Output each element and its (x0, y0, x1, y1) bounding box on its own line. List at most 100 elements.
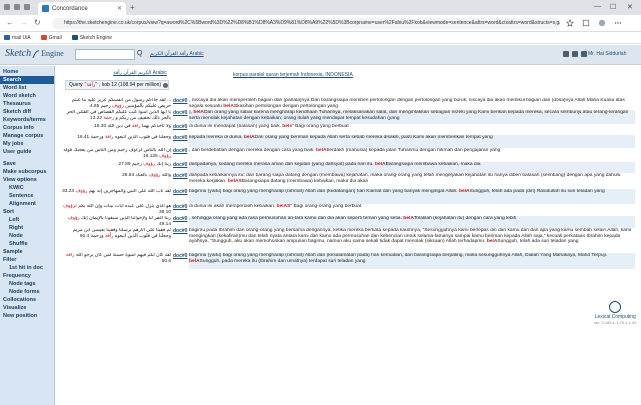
sidebar-item-view-options[interactable]: View options (0, 176, 54, 184)
translation-keyword[interactable]: belAS (277, 204, 291, 209)
translation-keyword[interactable]: belA (487, 239, 498, 244)
doc-id-link[interactable]: doc#0 (173, 216, 187, 222)
arabic-keyword[interactable]: لرؤوف (63, 204, 77, 209)
translation-keyword[interactable]: belA (375, 162, 386, 167)
arabic-keyword[interactable]: رأفة (132, 124, 141, 129)
arabic-keyword[interactable]: رؤوف (112, 104, 124, 109)
reload-icon[interactable]: ↻ (34, 18, 41, 27)
right-corpus-heading[interactable]: korpus paralel quran terjemah Indonesia,… (233, 72, 353, 78)
search-button[interactable]: Q (137, 50, 142, 57)
doc-id-link[interactable]: doc#0 (173, 162, 187, 168)
sidebar-item-sentence[interactable]: Sentence (0, 192, 54, 200)
doc-id-link[interactable]: doc#0 (173, 98, 187, 104)
translation-keyword[interactable]: belA (193, 110, 204, 115)
sidebar-item-sort-right[interactable]: Right (0, 224, 54, 232)
user-menu[interactable]: Mr. Hai Siddurlah (588, 51, 626, 57)
arabic-keyword[interactable]: رؤوف (148, 173, 160, 178)
doc-id-link[interactable]: doc#0 (173, 173, 187, 179)
maximize-icon[interactable]: ☐ (610, 3, 616, 11)
close-window-icon[interactable]: ✕ (627, 3, 633, 11)
sidebar-item-my-jobs[interactable]: My jobs (0, 140, 54, 148)
sidebar-item-search[interactable]: Search (0, 76, 54, 84)
sidebar-item-alignment[interactable]: Alignment (0, 200, 54, 208)
sidebar-item-sort-left[interactable]: Left (0, 216, 54, 224)
sidebar-item-keywords[interactable]: Keywords/terms (0, 116, 54, 124)
browser-tab[interactable]: Concordance ✕ (38, 2, 126, 15)
sidebar-item-home[interactable]: Home (0, 68, 54, 76)
translation-keyword[interactable]: belA (189, 259, 200, 264)
translation-keyword[interactable]: belAS (223, 104, 237, 109)
sidebar-item-filter[interactable]: Filter (0, 256, 54, 264)
window-menu-icon[interactable] (4, 4, 10, 10)
sidebar-item-sort-node[interactable]: Node (0, 232, 54, 240)
feedback-icon[interactable] (563, 51, 569, 57)
arabic-right-context: 39.10 (158, 209, 171, 215)
sidebar-item-sort[interactable]: Sort (0, 208, 54, 216)
arabic-keyword[interactable]: رؤوف (159, 154, 171, 159)
sidebar-item-thesaurus[interactable]: Thesaurus (0, 100, 54, 108)
translation-keyword[interactable]: belA (403, 216, 414, 221)
arabic-keyword[interactable]: رأفة (66, 253, 75, 258)
arabic-keyword[interactable]: رأفة (105, 135, 114, 140)
arabic-keyword[interactable]: رأفة (105, 234, 114, 239)
bookmark-sketch-engine[interactable]: Sketch Engine (71, 35, 112, 41)
search-input[interactable] (75, 49, 135, 60)
translation-keyword[interactable]: belA (316, 148, 327, 153)
arabic-keyword[interactable]: رؤوف (68, 216, 80, 221)
corpus-selector[interactable]: رأفة القرآن الكريم Arabic (150, 51, 204, 57)
sidebar-item-sketch-diff[interactable]: Sketch diff (0, 108, 54, 116)
tab-list-icon[interactable] (14, 4, 20, 10)
sidebar-item-make-subcorpus[interactable]: Make subcorpus (0, 168, 54, 176)
sidebar-item-shuffle[interactable]: Shuffle (0, 240, 54, 248)
translation-keyword[interactable]: belA (459, 189, 470, 194)
bookmark-mail-uia[interactable]: mail UiA (4, 35, 31, 41)
left-corpus-heading[interactable]: الكريم القرآن رأفة Arabic (75, 70, 205, 76)
sidebar-item-frequency[interactable]: Frequency (0, 272, 54, 280)
sidebar-item-corpus-info[interactable]: Corpus info (0, 124, 54, 132)
translation-keyword[interactable]: belA (244, 135, 255, 140)
translation-keyword[interactable]: bels (282, 124, 292, 129)
info-icon[interactable] (163, 82, 168, 88)
doc-id-link[interactable]: doc#0 (173, 204, 187, 210)
sidebar-item-new-position[interactable]: New position (0, 312, 54, 320)
sketch-engine-logo[interactable]: Sketch Engine (5, 48, 64, 59)
doc-id-link[interactable]: doc#0 (173, 148, 187, 154)
translation-left: kepada mereka di dunia. (189, 135, 244, 140)
doc-id-link[interactable]: doc#0 (173, 228, 187, 234)
doc-id-link[interactable]: doc#0 (173, 124, 187, 130)
bookmark-gmail[interactable]: Gmail (40, 35, 62, 41)
sidebar-item-node-forms[interactable]: Node forms (0, 288, 54, 296)
tab-actions-icon[interactable] (24, 4, 30, 10)
sidebar-item-first-hit[interactable]: 1st hit in doc (0, 264, 54, 272)
minimize-icon[interactable]: — (594, 3, 601, 10)
sidebar-item-manage-corpus[interactable]: Manage corpus (0, 132, 54, 140)
sidebar-item-collocations[interactable]: Collocations (0, 296, 54, 304)
forward-icon[interactable]: → (20, 18, 28, 27)
sidebar-item-user-guide[interactable]: User guide (0, 148, 54, 156)
sidebar-item-save[interactable]: Save (0, 160, 54, 168)
doc-id-link[interactable]: doc#0 (173, 253, 187, 259)
back-icon[interactable]: ← (6, 18, 14, 27)
more-options-icon[interactable] (614, 19, 622, 27)
profile-icon[interactable] (598, 19, 606, 27)
sidebar-item-sample[interactable]: Sample (0, 248, 54, 256)
sidebar-item-kwic[interactable]: KWIC (0, 184, 54, 192)
arabic-keyword[interactable]: رؤوف (75, 189, 87, 194)
url-field[interactable]: https://the.sketchengine.co.uk/corpus/vi… (52, 18, 560, 29)
sidebar-item-word-sketch[interactable]: Word sketch (0, 92, 54, 100)
print-icon[interactable] (572, 51, 578, 57)
tools-icon[interactable] (581, 51, 587, 57)
sidebar-item-node-tags[interactable]: Node tags (0, 280, 54, 288)
collections-icon[interactable] (582, 19, 590, 27)
close-tab-icon[interactable]: ✕ (117, 5, 122, 12)
sidebar-item-visualize[interactable]: Visualize (0, 304, 54, 312)
doc-id-link[interactable]: doc#0 (173, 135, 187, 141)
arabic-keyword[interactable]: رؤوف (143, 162, 155, 167)
arabic-keyword[interactable]: رحمة (103, 116, 114, 121)
doc-id-link[interactable]: doc#0 (173, 110, 187, 116)
translation-keyword[interactable]: belAS (228, 179, 242, 184)
sidebar-item-word-list[interactable]: Word list (0, 84, 54, 92)
new-tab-icon[interactable]: + (130, 3, 135, 12)
star-icon[interactable] (566, 19, 574, 27)
doc-id-link[interactable]: doc#0 (173, 189, 187, 195)
